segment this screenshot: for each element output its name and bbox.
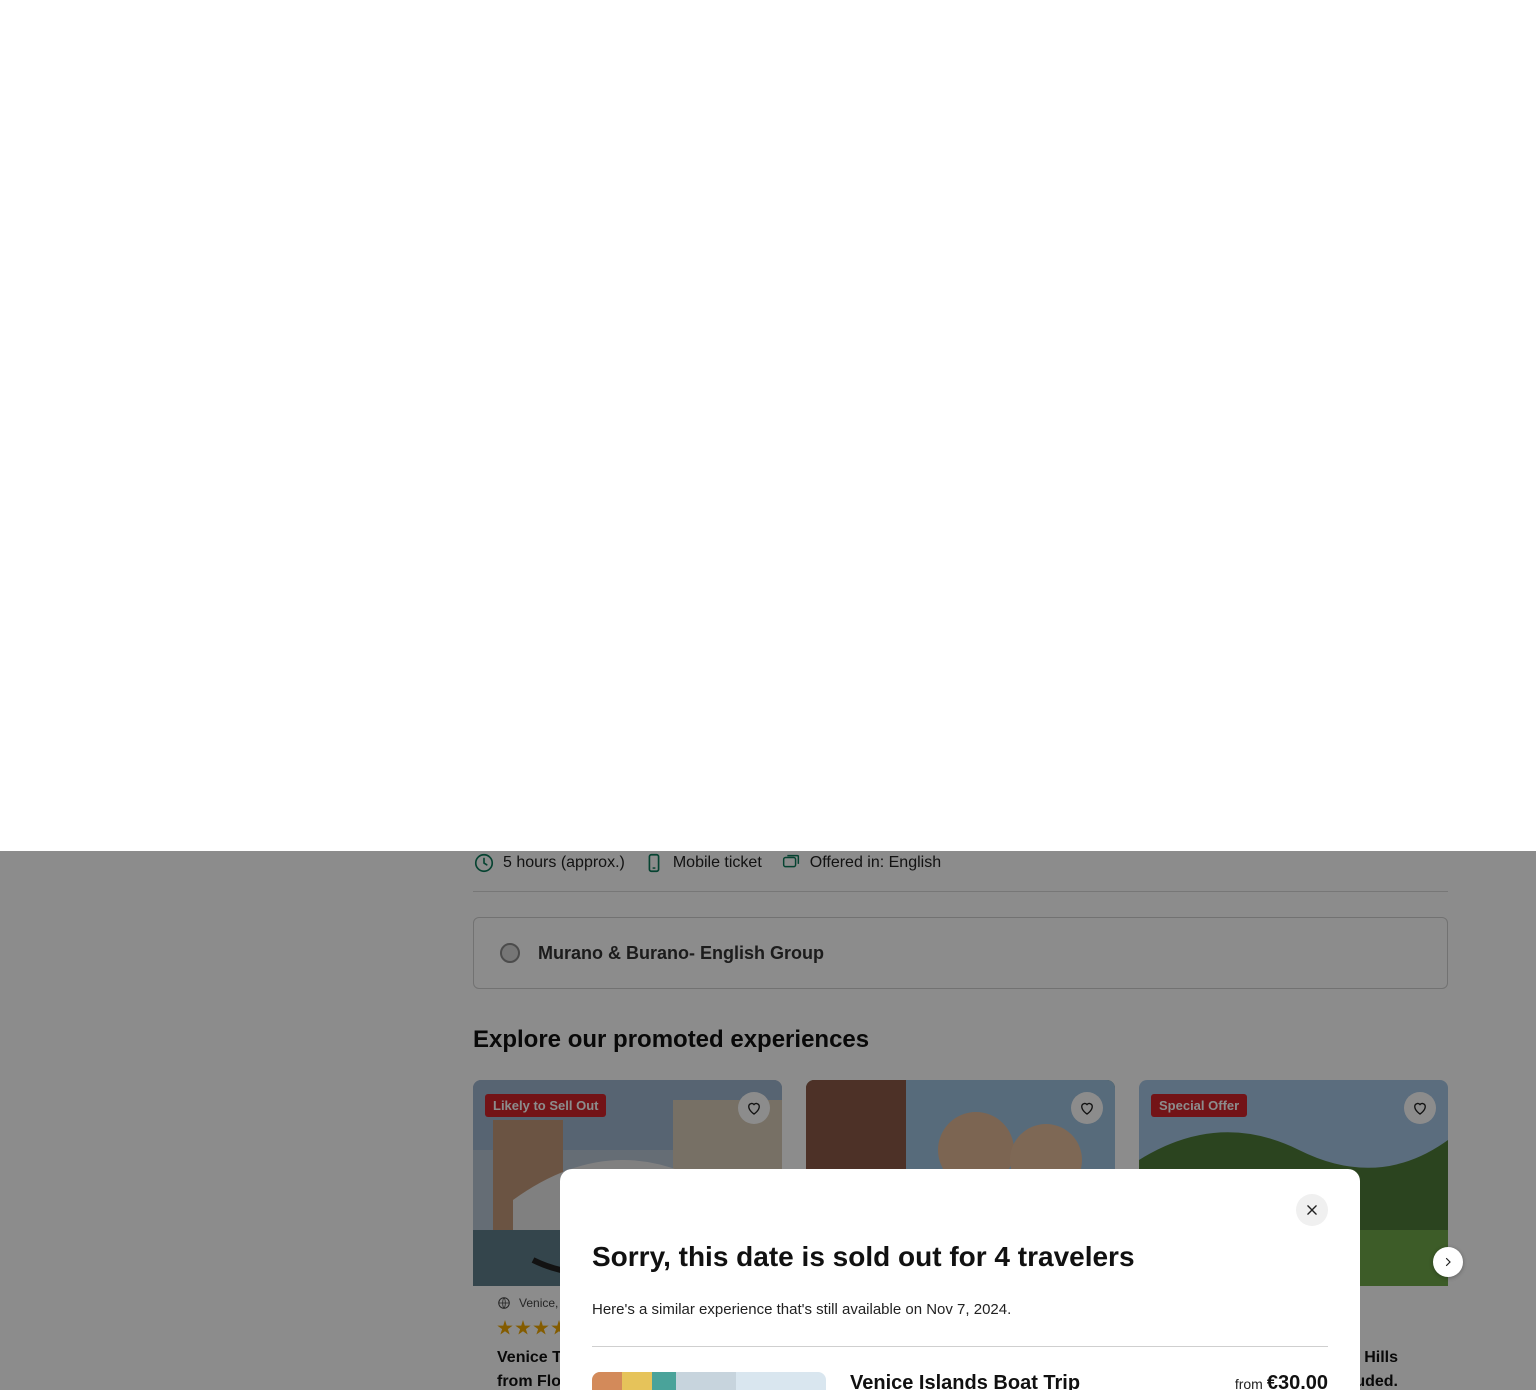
page-top-blank bbox=[0, 0, 1536, 851]
modal-subtitle: Here's a similar experience that's still… bbox=[592, 1301, 1012, 1318]
price-from-label: from bbox=[1234, 1376, 1263, 1390]
alt-experience-price: from €30.00 bbox=[1235, 1372, 1328, 1390]
close-button[interactable] bbox=[1296, 1194, 1328, 1226]
sold-out-modal: Sorry, this date is sold out for 4 trave… bbox=[560, 1169, 1360, 1390]
alt-experience-title[interactable]: Venice Islands Boat Trip bbox=[850, 1372, 1080, 1390]
alt-experience-image[interactable] bbox=[592, 1372, 826, 1390]
modal-title: Sorry, this date is sold out for 4 trave… bbox=[592, 1241, 1135, 1272]
price-value: €30.00 bbox=[1266, 1372, 1328, 1390]
close-icon bbox=[1307, 1205, 1317, 1215]
carousel-next-button[interactable] bbox=[1433, 1247, 1463, 1277]
chevron-right-icon bbox=[1445, 1257, 1451, 1267]
modal-divider bbox=[592, 1346, 1328, 1347]
